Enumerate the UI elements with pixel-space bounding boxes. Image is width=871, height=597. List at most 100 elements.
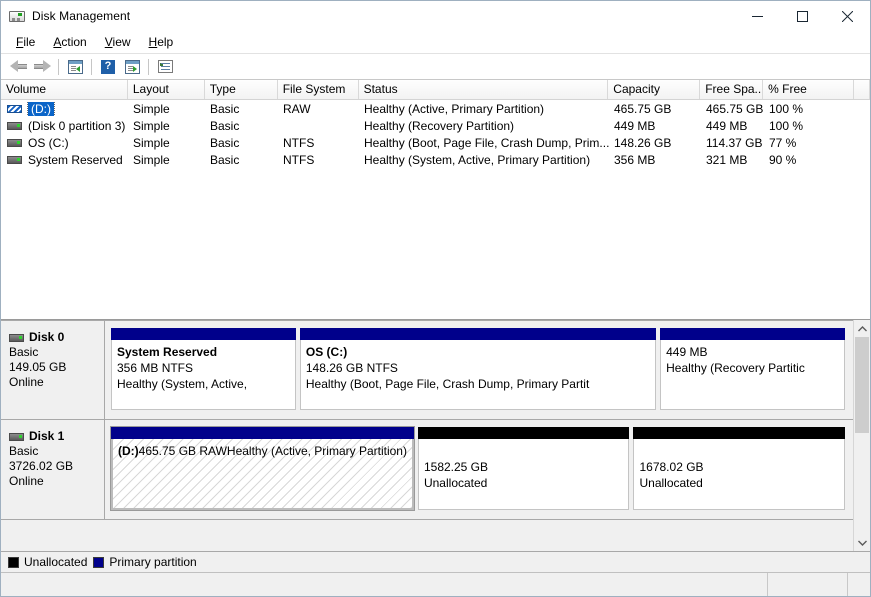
cell-percent-free: 77 % — [764, 136, 855, 150]
cell-capacity: 465.75 GB — [609, 102, 701, 116]
cell-type: Basic — [205, 119, 278, 133]
legend-item-primary-partition: Primary partition — [93, 555, 196, 569]
disk-name-label: Disk 0 — [29, 330, 64, 345]
volume-icon — [7, 156, 22, 164]
partition-details: 1582.25 GBUnallocated — [418, 439, 630, 510]
partition-status: Unallocated — [424, 475, 624, 491]
disk-info-panel[interactable]: Disk 0Basic149.05 GBOnline — [1, 321, 105, 419]
table-row[interactable]: System ReservedSimpleBasicNTFSHealthy (S… — [1, 151, 870, 168]
table-row[interactable]: (D:)SimpleBasicRAWHealthy (Active, Prima… — [1, 100, 870, 117]
partition-status: Healthy (System, Active, — [117, 376, 290, 392]
menu-help[interactable]: Help — [140, 33, 183, 51]
cell-free-space: 114.37 GB — [701, 136, 764, 150]
partition-color-bar — [660, 328, 845, 340]
show-hide-console-tree-button[interactable] — [63, 56, 87, 78]
help-button[interactable]: ? — [96, 56, 120, 78]
menu-view[interactable]: View — [96, 33, 140, 51]
column-header-status[interactable]: Status — [359, 80, 609, 99]
forward-button[interactable] — [30, 56, 54, 78]
volume-icon — [7, 122, 22, 130]
scroll-up-button[interactable] — [854, 320, 870, 337]
disk-icon — [9, 334, 24, 342]
column-header-type[interactable]: Type — [205, 80, 278, 99]
disk-name: Disk 0 — [9, 330, 104, 345]
partition-strip: System Reserved356 MB NTFSHealthy (Syste… — [105, 321, 853, 419]
disk-info-panel[interactable]: Disk 1Basic3726.02 GBOnline — [1, 420, 105, 519]
cell-volume: System Reserved — [1, 153, 128, 167]
legend-swatch-primary-icon — [93, 557, 104, 568]
status-bar-pane-2 — [768, 573, 848, 596]
scrollbar-thumb[interactable] — [855, 337, 869, 433]
partition-status: Healthy (Active, Primary Partition) — [227, 443, 407, 459]
cell-type: Basic — [205, 153, 278, 167]
cell-percent-free: 100 % — [764, 102, 855, 116]
graphical-view-scroll-area: Disk 0Basic149.05 GBOnlineSystem Reserve… — [1, 320, 853, 551]
cell-free-space: 465.75 GB — [701, 102, 764, 116]
minimize-button[interactable] — [735, 1, 780, 31]
volume-icon — [7, 139, 22, 147]
column-header-layout[interactable]: Layout — [128, 80, 205, 99]
cell-volume-label: (Disk 0 partition 3) — [28, 119, 125, 133]
column-header-capacity[interactable]: Capacity — [608, 80, 700, 99]
partition-block[interactable]: (D:)465.75 GB RAWHealthy (Active, Primar… — [111, 427, 414, 510]
scroll-down-button[interactable] — [854, 534, 870, 551]
partition-status: Unallocated — [639, 475, 839, 491]
back-button[interactable] — [6, 56, 30, 78]
column-header-blank[interactable] — [854, 80, 870, 99]
volume-list-header: VolumeLayoutTypeFile SystemStatusCapacit… — [1, 80, 870, 100]
help-question-icon: ? — [101, 60, 115, 74]
cell-volume: (D:) — [1, 102, 128, 116]
menu-action[interactable]: Action — [44, 33, 95, 51]
toolbar-separator-1 — [58, 59, 59, 75]
cell-type: Basic — [205, 102, 278, 116]
menu-help-label-rest: elp — [157, 35, 173, 49]
scrollbar-track[interactable] — [854, 337, 870, 534]
cell-status: Healthy (System, Active, Primary Partiti… — [359, 153, 609, 167]
disk-type: Basic — [9, 444, 104, 459]
volume-list-pane: VolumeLayoutTypeFile SystemStatusCapacit… — [1, 80, 870, 320]
legend-label-unallocated: Unallocated — [24, 555, 87, 569]
partition-details: OS (C:)148.26 GB NTFSHealthy (Boot, Page… — [300, 340, 656, 410]
cell-status: Healthy (Boot, Page File, Crash Dump, Pr… — [359, 136, 609, 150]
column-header-file-system[interactable]: File System — [278, 80, 359, 99]
window-controls — [735, 1, 870, 31]
partition-block[interactable]: OS (C:)148.26 GB NTFSHealthy (Boot, Page… — [300, 328, 656, 410]
partition-status: Healthy (Recovery Partitic — [666, 360, 839, 376]
properties-button[interactable] — [153, 56, 177, 78]
partition-size-filesystem: 1678.02 GB — [639, 459, 839, 475]
maximize-button[interactable] — [780, 1, 825, 31]
arrow-left-icon — [10, 60, 27, 73]
table-row[interactable]: OS (C:)SimpleBasicNTFSHealthy (Boot, Pag… — [1, 134, 870, 151]
cell-layout: Simple — [128, 136, 205, 150]
unallocated-partition[interactable]: 1678.02 GBUnallocated — [633, 427, 845, 510]
cell-volume-label: System Reserved — [28, 153, 123, 167]
partition-block[interactable]: System Reserved356 MB NTFSHealthy (Syste… — [111, 328, 296, 410]
cell-status: Healthy (Recovery Partition) — [359, 119, 609, 133]
partition-size-filesystem: 356 MB NTFS — [117, 360, 290, 376]
partition-color-bar — [300, 328, 656, 340]
cell-file-system: NTFS — [278, 153, 359, 167]
partition-size-filesystem: 1582.25 GB — [424, 459, 624, 475]
show-hide-action-pane-button[interactable] — [120, 56, 144, 78]
menu-file[interactable]: File — [7, 33, 44, 51]
legend-item-unallocated: Unallocated — [8, 555, 87, 569]
partition-block[interactable]: 449 MBHealthy (Recovery Partitic — [660, 328, 845, 410]
cell-free-space: 321 MB — [701, 153, 764, 167]
disk-size: 149.05 GB — [9, 360, 104, 375]
column-header-volume[interactable]: Volume — [1, 80, 128, 99]
disk-state: Online — [9, 474, 104, 489]
disk-drive-icon — [9, 8, 25, 24]
toolbar-separator-2 — [91, 59, 92, 75]
unallocated-partition[interactable]: 1582.25 GBUnallocated — [418, 427, 630, 510]
close-button[interactable] — [825, 1, 870, 31]
cell-volume-label: OS (C:) — [28, 136, 69, 150]
disk-row: Disk 1Basic3726.02 GBOnline(D:)465.75 GB… — [1, 420, 853, 520]
column-header-free-spa[interactable]: Free Spa... — [700, 80, 763, 99]
disk-icon — [9, 433, 24, 441]
partition-color-bar — [633, 427, 845, 439]
table-row[interactable]: (Disk 0 partition 3)SimpleBasicHealthy (… — [1, 117, 870, 134]
partition-size-filesystem: 465.75 GB RAW — [139, 443, 227, 459]
partition-color-bar — [111, 427, 414, 439]
column-header-free[interactable]: % Free — [763, 80, 854, 99]
graphical-view-scrollbar[interactable] — [853, 320, 870, 551]
